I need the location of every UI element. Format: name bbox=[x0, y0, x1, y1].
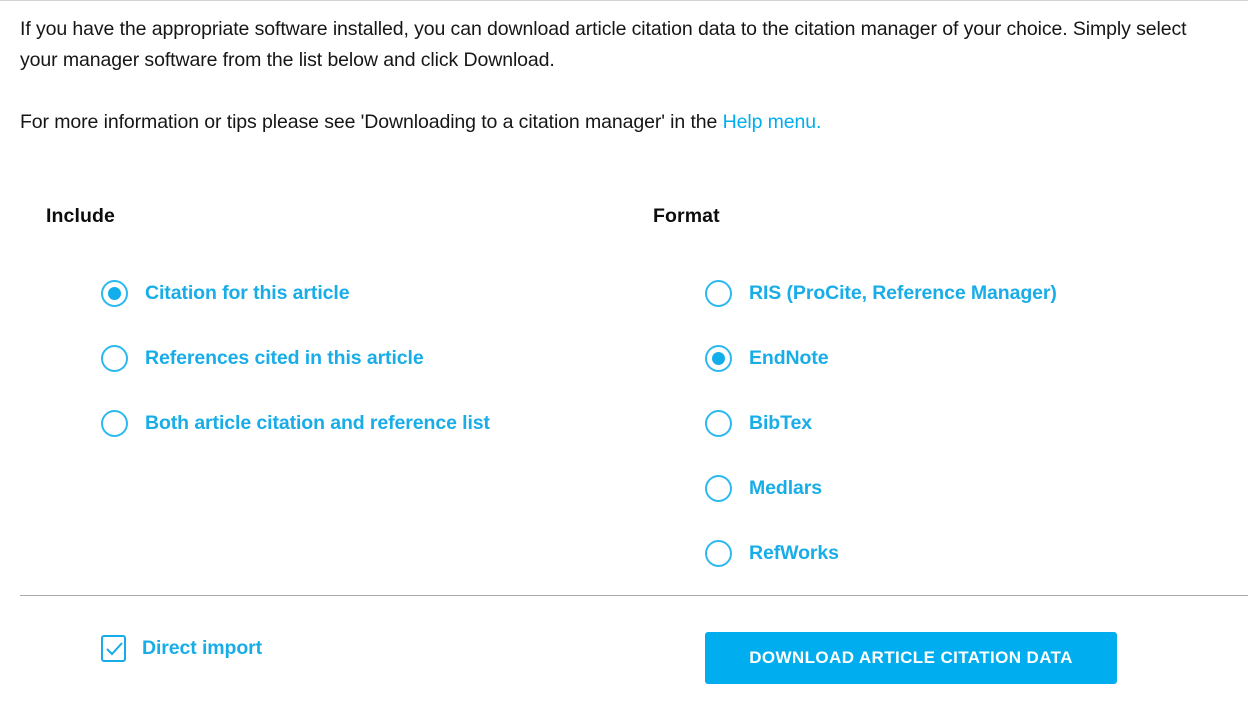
footer-bar: Direct import DOWNLOAD ARTICLE CITATION … bbox=[0, 632, 1248, 692]
direct-import-label: Direct import bbox=[142, 637, 263, 659]
radio-icon[interactable] bbox=[101, 409, 128, 437]
radio-icon[interactable] bbox=[705, 474, 732, 502]
format-option-label: BibTex bbox=[749, 411, 812, 434]
format-option-label: RefWorks bbox=[749, 541, 839, 564]
include-heading: Include bbox=[46, 205, 115, 227]
checkbox-checked-icon[interactable] bbox=[101, 635, 126, 662]
intro-paragraph-2-text: For more information or tips please see … bbox=[20, 111, 723, 133]
include-option-label: References cited in this article bbox=[145, 346, 424, 369]
help-menu-link[interactable]: Help menu. bbox=[723, 111, 822, 133]
format-options-group: RIS (ProCite, Reference Manager) EndNote… bbox=[653, 278, 1213, 568]
format-option-refworks[interactable]: RefWorks bbox=[705, 538, 1213, 568]
direct-import-control[interactable]: Direct import bbox=[101, 635, 262, 662]
include-option-references-cited-in-this-article[interactable]: References cited in this article bbox=[101, 343, 646, 373]
format-option-label: EndNote bbox=[749, 346, 829, 369]
radio-icon[interactable] bbox=[705, 409, 732, 437]
intro-paragraph-1: If you have the appropriate software ins… bbox=[20, 18, 1187, 71]
include-option-label: Both article citation and reference list bbox=[145, 411, 490, 434]
include-options-group: Citation for this article References cit… bbox=[46, 278, 646, 438]
format-option-endnote[interactable]: EndNote bbox=[705, 343, 1213, 373]
footer-divider bbox=[20, 595, 1248, 596]
radio-icon[interactable] bbox=[705, 539, 732, 567]
intro-paragraph-2: For more information or tips please see … bbox=[20, 107, 1220, 138]
download-article-citation-data-button[interactable]: DOWNLOAD ARTICLE CITATION DATA bbox=[705, 632, 1117, 684]
radio-icon[interactable] bbox=[101, 344, 128, 372]
radio-icon-checked[interactable] bbox=[101, 279, 128, 307]
include-column: Include Citation for this article Refere… bbox=[46, 205, 646, 438]
include-option-both-article-citation-and-reference-list[interactable]: Both article citation and reference list bbox=[101, 408, 646, 438]
format-option-label: Medlars bbox=[749, 476, 822, 499]
radio-icon-checked[interactable] bbox=[705, 344, 732, 372]
top-divider bbox=[0, 0, 1248, 1]
format-column: Format RIS (ProCite, Reference Manager) … bbox=[653, 205, 1213, 568]
intro-text-block: If you have the appropriate software ins… bbox=[20, 14, 1220, 138]
format-option-bibtex[interactable]: BibTex bbox=[705, 408, 1213, 438]
include-option-label: Citation for this article bbox=[145, 281, 350, 304]
citation-download-panel: If you have the appropriate software ins… bbox=[0, 0, 1248, 704]
format-option-ris[interactable]: RIS (ProCite, Reference Manager) bbox=[705, 278, 1213, 308]
format-option-medlars[interactable]: Medlars bbox=[705, 473, 1213, 503]
format-heading: Format bbox=[653, 205, 720, 227]
include-option-citation-for-this-article[interactable]: Citation for this article bbox=[101, 278, 646, 308]
format-option-label: RIS (ProCite, Reference Manager) bbox=[749, 281, 1057, 304]
radio-icon[interactable] bbox=[705, 279, 732, 307]
check-icon bbox=[106, 642, 123, 656]
